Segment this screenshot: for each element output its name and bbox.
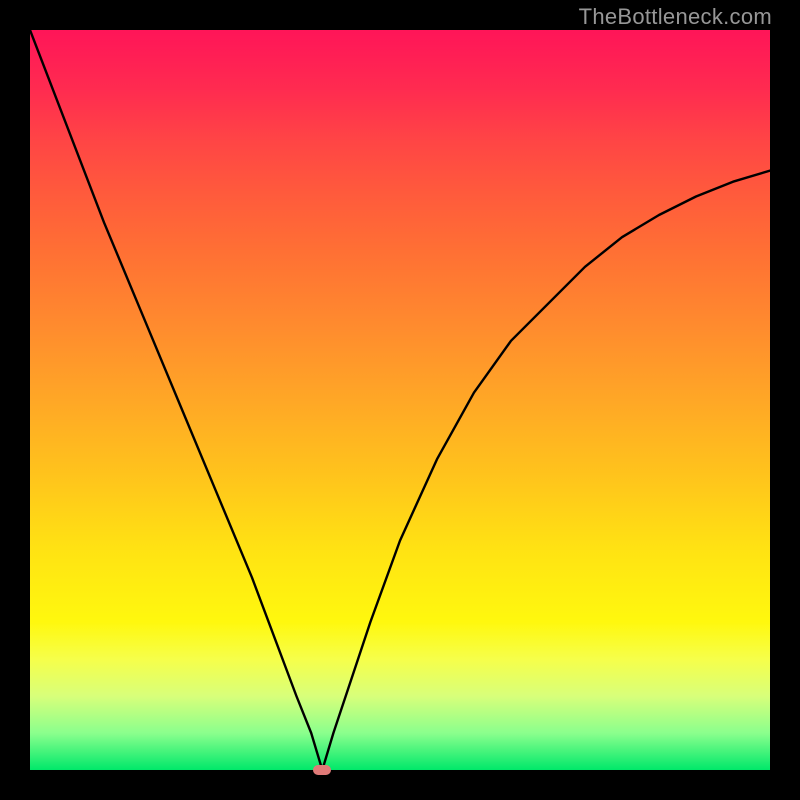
- minimum-marker: [313, 765, 331, 775]
- watermark-text: TheBottleneck.com: [579, 4, 772, 30]
- plot-area: [30, 30, 770, 770]
- bottleneck-curve: [30, 30, 770, 770]
- chart-frame: TheBottleneck.com: [0, 0, 800, 800]
